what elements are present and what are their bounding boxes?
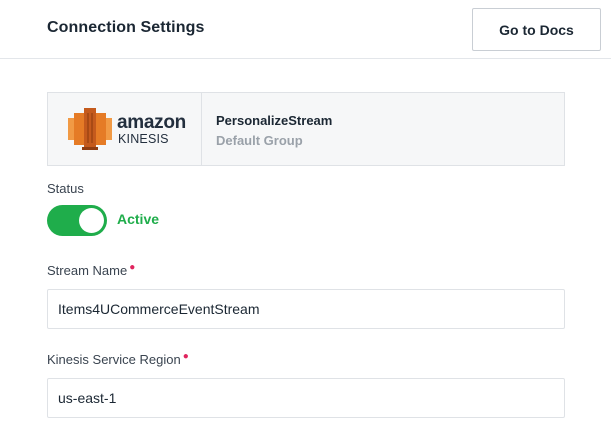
status-toggle[interactable] (47, 205, 107, 236)
region-label-text: Kinesis Service Region (47, 352, 181, 367)
go-to-docs-button[interactable]: Go to Docs (472, 8, 601, 51)
status-label: Status (47, 181, 84, 196)
logo-wordmark: amazon (117, 112, 186, 133)
stream-name-label: Stream Name ● (47, 262, 136, 278)
toggle-knob (79, 208, 104, 233)
region-input[interactable] (47, 378, 565, 418)
page-title: Connection Settings (47, 19, 205, 36)
stream-name-label-text: Stream Name (47, 263, 128, 278)
status-value: Active (117, 211, 160, 227)
kinesis-logo: amazon KINESIS (48, 93, 202, 165)
source-name: PersonalizeStream (216, 113, 333, 128)
page-header: Connection Settings Go to Docs (0, 0, 611, 59)
source-card: amazon KINESIS PersonalizeStream Default… (47, 92, 565, 166)
stream-name-input[interactable] (47, 289, 565, 329)
region-label: Kinesis Service Region ● (47, 351, 189, 367)
required-indicator: ● (182, 351, 189, 362)
required-indicator: ● (129, 262, 136, 273)
logo-subtitle: KINESIS (118, 132, 169, 146)
source-group: Default Group (216, 133, 303, 148)
kinesis-logo-icon (68, 108, 112, 150)
